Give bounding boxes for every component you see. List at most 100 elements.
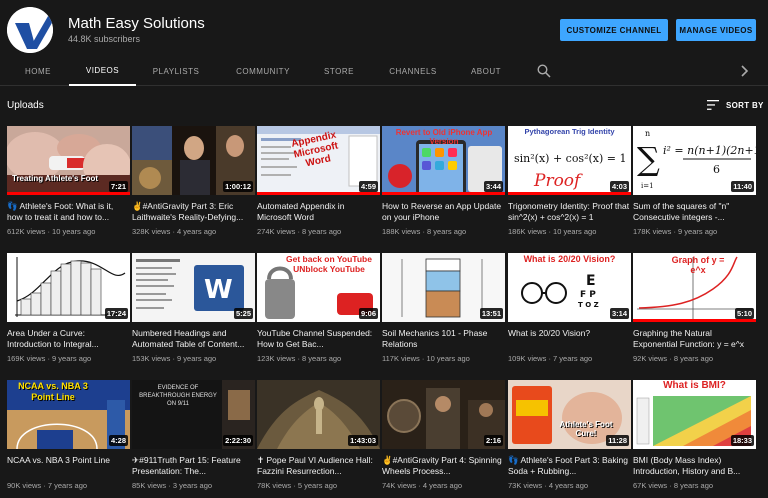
- video-card[interactable]: ∑ n i=1 i² = n(n+1)(2n+1) 6 11:40 Sum of…: [633, 126, 756, 236]
- video-title[interactable]: Area Under a Curve: Introduction to Inte…: [7, 328, 130, 350]
- thumbnail-caption: Get back on YouTube UNblock YouTube: [286, 254, 372, 274]
- video-meta: 186K views · 10 years ago: [508, 227, 597, 236]
- customize-channel-button[interactable]: CUSTOMIZE CHANNEL: [560, 19, 668, 41]
- search-icon[interactable]: [537, 64, 551, 78]
- video-title[interactable]: YouTube Channel Suspended: How to Get Ba…: [257, 328, 380, 350]
- video-card[interactable]: Appendix Microsoft Word 4:59 Automated A…: [257, 126, 380, 236]
- video-card[interactable]: 2:16 ✌#AntiGravity Part 4: Spinning Whee…: [382, 380, 505, 490]
- video-card[interactable]: Revert to Old iPhone App Version 3:44 Ho…: [382, 126, 505, 236]
- channel-avatar[interactable]: [7, 7, 53, 53]
- video-title[interactable]: 👣 Athlete's Foot Part 3: Baking Soda + R…: [508, 455, 631, 477]
- upload-age: 4 years ago: [177, 227, 217, 236]
- video-card[interactable]: W 5:25 Numbered Headings and Automated T…: [132, 253, 255, 363]
- video-card[interactable]: 1:43:03 ✝ Pope Paul VI Audience Hall: Fa…: [257, 380, 380, 490]
- video-title[interactable]: Graphing the Natural Exponential Functio…: [633, 328, 756, 350]
- video-duration: 11:40: [731, 181, 754, 192]
- video-thumbnail[interactable]: EVIDENCE OF BREAKTHROUGH ENERGY ON 9/11 …: [132, 380, 255, 449]
- video-meta: 188K views · 8 years ago: [382, 227, 467, 236]
- video-duration: 2:16: [483, 435, 503, 446]
- video-thumbnail[interactable]: Graph of y = e^x 5:10: [633, 253, 756, 322]
- video-duration: 3:44: [483, 181, 503, 192]
- upload-age: 8 years ago: [673, 481, 714, 490]
- video-title[interactable]: ✌#AntiGravity Part 3: Eric Laithwaite's …: [132, 201, 255, 223]
- video-thumbnail[interactable]: Get back on YouTube UNblock YouTube 9:06: [257, 253, 380, 322]
- video-card[interactable]: 13:51 Soil Mechanics 101 - Phase Relatio…: [382, 253, 505, 363]
- video-title[interactable]: How to Reverse an App Update on your iPh…: [382, 201, 505, 223]
- video-title[interactable]: Numbered Headings and Automated Table of…: [132, 328, 255, 350]
- video-card[interactable]: E F P T O Z What is 20/20 Vision? 3:14 W…: [508, 253, 631, 363]
- video-card[interactable]: Graph of y = e^x 5:10 Graphing the Natur…: [633, 253, 756, 363]
- video-thumbnail[interactable]: Revert to Old iPhone App Version 3:44: [382, 126, 505, 195]
- video-card[interactable]: What is BMI? 18:33 BMI (Body Mass Index)…: [633, 380, 756, 490]
- video-title[interactable]: NCAA vs. NBA 3 Point Line: [7, 455, 130, 477]
- svg-text:Proof: Proof: [533, 171, 583, 191]
- video-thumbnail[interactable]: Appendix Microsoft Word 4:59: [257, 126, 380, 195]
- video-thumbnail[interactable]: What is BMI? 18:33: [633, 380, 756, 449]
- video-thumbnail[interactable]: E F P T O Z What is 20/20 Vision? 3:14: [508, 253, 631, 322]
- tab-about[interactable]: ABOUT: [463, 56, 509, 86]
- upload-age: 4 years ago: [548, 481, 589, 490]
- video-title[interactable]: What is 20/20 Vision?: [508, 328, 631, 350]
- channel-header: Math Easy Solutions 44.8K subscribers CU…: [0, 0, 768, 56]
- tab-store[interactable]: STORE: [318, 56, 360, 86]
- tab-videos[interactable]: VIDEOS: [69, 56, 136, 86]
- video-duration: 13:51: [479, 308, 503, 319]
- video-meta: 90K views · 7 years ago: [7, 481, 88, 490]
- tab-playlists[interactable]: PLAYLISTS: [145, 56, 207, 86]
- video-title[interactable]: ✌#AntiGravity Part 4: Spinning Wheels Pr…: [382, 455, 505, 477]
- video-title[interactable]: Automated Appendix in Microsoft Word: [257, 201, 380, 223]
- sort-by-button[interactable]: SORT BY: [707, 99, 764, 111]
- video-title[interactable]: ✈#911Truth Part 15: Feature Presentation…: [132, 455, 255, 477]
- video-card[interactable]: Treating Athlete's Foot 7:21 👣 Athlete's…: [7, 126, 130, 236]
- video-meta: 328K views · 4 years ago: [132, 227, 217, 236]
- video-thumbnail[interactable]: sin²(x) + cos²(x) = 1 Proof Pythagorean …: [508, 126, 631, 195]
- video-card[interactable]: Athlete's Foot Cure! 11:28 👣 Athlete's F…: [508, 380, 631, 490]
- watch-progress-bar: [257, 192, 380, 195]
- video-title[interactable]: ✝ Pope Paul VI Audience Hall: Fazzini Re…: [257, 455, 380, 477]
- video-title[interactable]: Soil Mechanics 101 - Phase Relations: [382, 328, 505, 350]
- video-card[interactable]: 1:00:12 ✌#AntiGravity Part 3: Eric Laith…: [132, 126, 255, 236]
- upload-age: 10 years ago: [426, 354, 470, 363]
- video-meta: 109K views · 7 years ago: [508, 354, 593, 363]
- view-count: 186K views: [508, 227, 547, 236]
- video-card[interactable]: 17:24 Area Under a Curve: Introduction t…: [7, 253, 130, 363]
- video-meta: 123K views · 8 years ago: [257, 354, 342, 363]
- upload-age: 10 years ago: [52, 227, 96, 236]
- video-card[interactable]: EVIDENCE OF BREAKTHROUGH ENERGY ON 9/11 …: [132, 380, 255, 490]
- svg-text:∑: ∑: [637, 140, 660, 178]
- video-card[interactable]: NCAA vs. NBA 3 Point Line 4:28 NCAA vs. …: [7, 380, 130, 490]
- view-count: 109K views: [508, 354, 547, 363]
- video-card[interactable]: Get back on YouTube UNblock YouTube 9:06…: [257, 253, 380, 363]
- video-meta: 178K views · 9 years ago: [633, 227, 718, 236]
- video-thumbnail[interactable]: NCAA vs. NBA 3 Point Line 4:28: [7, 380, 130, 449]
- video-title[interactable]: BMI (Body Mass Index) Introduction, Hist…: [633, 455, 756, 477]
- watch-progress-bar: [7, 192, 130, 195]
- upload-age: 4 years ago: [422, 481, 463, 490]
- video-thumbnail[interactable]: ∑ n i=1 i² = n(n+1)(2n+1) 6 11:40: [633, 126, 756, 195]
- video-thumbnail[interactable]: 2:16: [382, 380, 505, 449]
- video-thumbnail[interactable]: Athlete's Foot Cure! 11:28: [508, 380, 631, 449]
- video-thumbnail[interactable]: 1:43:03: [257, 380, 380, 449]
- view-count: 612K views: [7, 227, 46, 236]
- video-thumbnail[interactable]: 13:51: [382, 253, 505, 322]
- video-title[interactable]: Trigonometry Identity: Proof that sin^2(…: [508, 201, 631, 223]
- video-meta: 67K views · 8 years ago: [633, 481, 714, 490]
- video-thumbnail[interactable]: Treating Athlete's Foot 7:21: [7, 126, 130, 195]
- video-duration: 18:33: [730, 435, 754, 446]
- video-title[interactable]: 👣 Athlete's Foot: What is it, how to tre…: [7, 201, 130, 223]
- video-duration: 4:28: [108, 435, 128, 446]
- video-duration: 1:00:12: [223, 181, 253, 192]
- manage-videos-button[interactable]: MANAGE VIDEOS: [676, 19, 756, 41]
- video-card[interactable]: sin²(x) + cos²(x) = 1 Proof Pythagorean …: [508, 126, 631, 236]
- chevron-right-icon[interactable]: [737, 63, 751, 79]
- tab-channels[interactable]: CHANNELS: [383, 56, 443, 86]
- video-thumbnail[interactable]: 17:24: [7, 253, 130, 322]
- tab-community[interactable]: COMMUNITY: [228, 56, 298, 86]
- video-thumbnail[interactable]: 1:00:12: [132, 126, 255, 195]
- tab-home[interactable]: HOME: [12, 56, 64, 86]
- video-meta: 117K views · 10 years ago: [382, 354, 470, 363]
- video-thumbnail[interactable]: W 5:25: [132, 253, 255, 322]
- watch-progress-bar: [508, 192, 631, 195]
- video-title[interactable]: Sum of the squares of "n" Consecutive in…: [633, 201, 756, 223]
- checkmark-logo-icon: [7, 7, 53, 53]
